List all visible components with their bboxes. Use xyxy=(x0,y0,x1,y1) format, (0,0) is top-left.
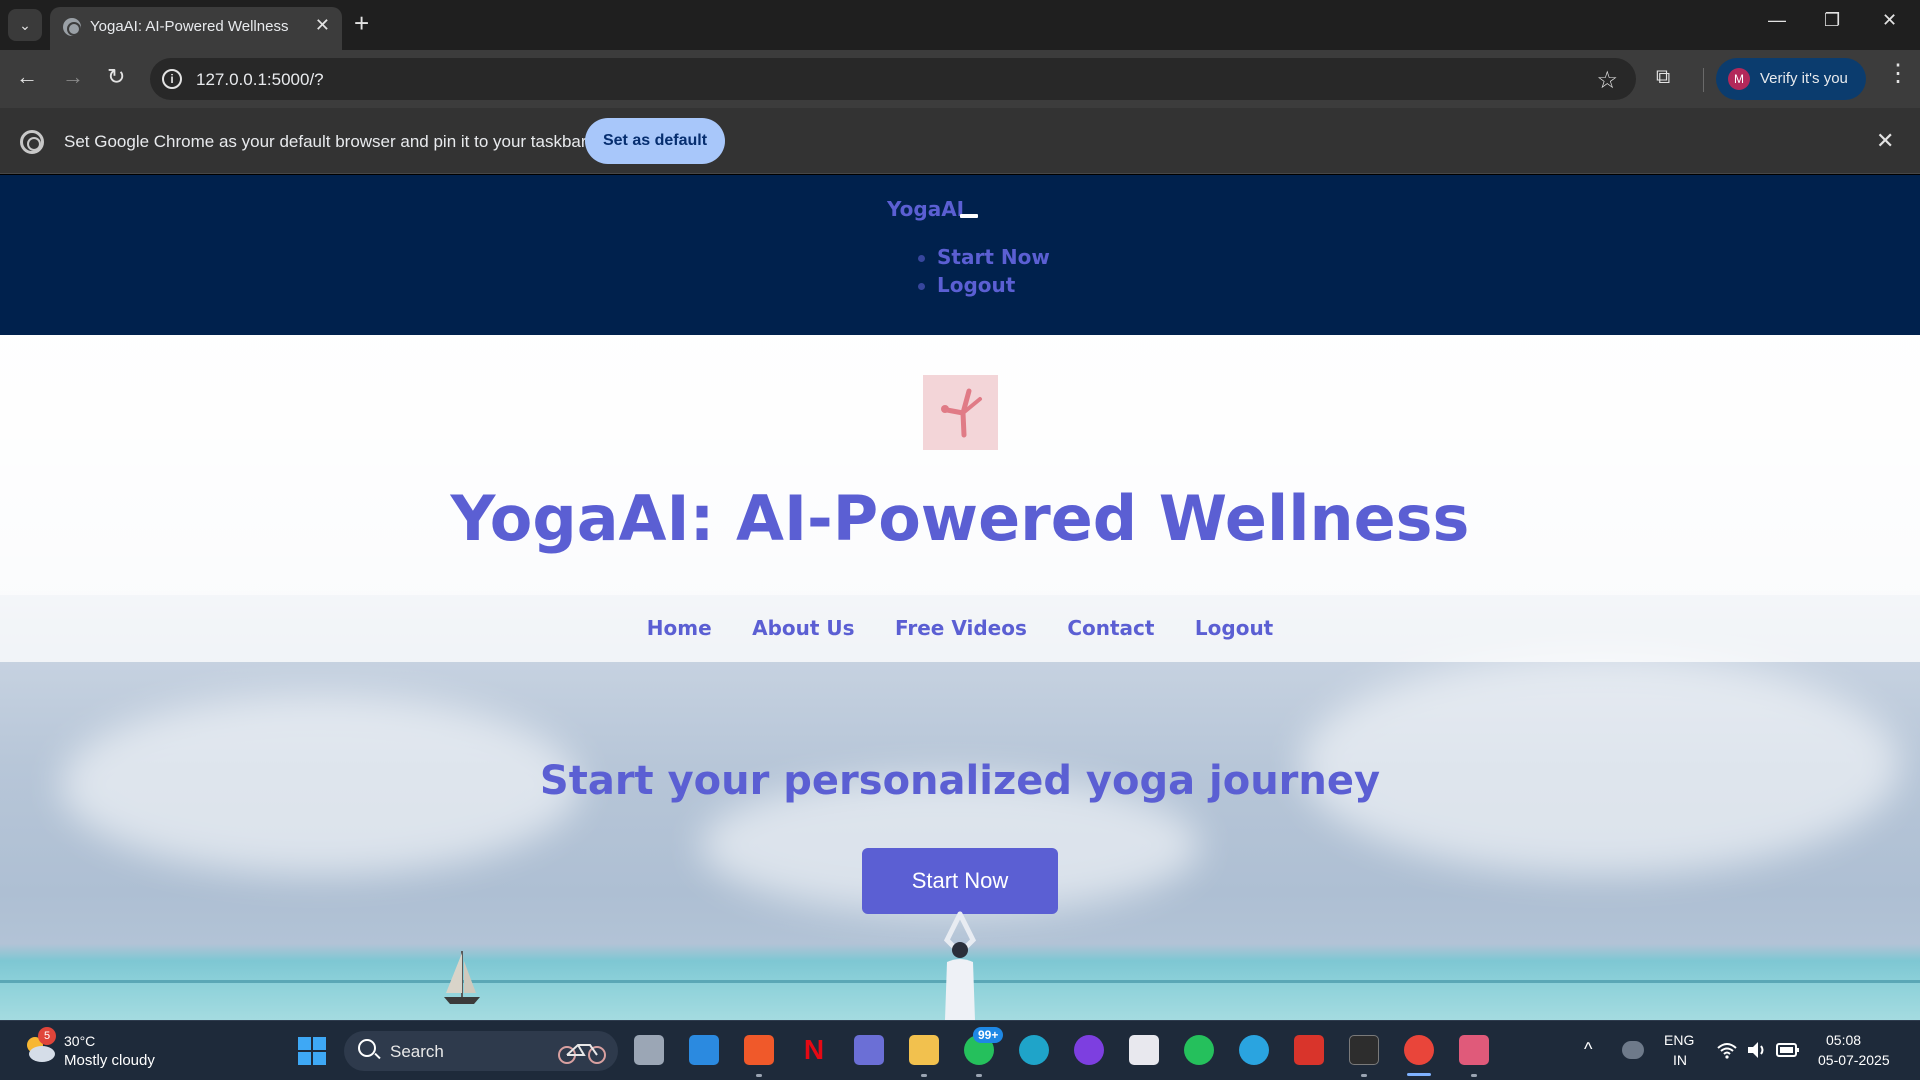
windows-start-icon[interactable] xyxy=(297,1036,327,1066)
infobar-close-icon[interactable]: ✕ xyxy=(1876,128,1894,154)
battery-icon[interactable] xyxy=(1776,1042,1800,1058)
tab-close-icon[interactable]: ✕ xyxy=(315,15,330,36)
vscode-icon[interactable] xyxy=(689,1035,719,1065)
tab-title: YogaAI: AI-Powered Wellness xyxy=(90,18,289,35)
browser-tab[interactable]: YogaAI: AI-Powered Wellness ✕ xyxy=(50,7,342,50)
profile-button[interactable]: M Verify it's you xyxy=(1716,58,1866,100)
url-text[interactable]: 127.0.0.1:5000/? xyxy=(196,70,324,90)
hero-banner xyxy=(0,335,1920,595)
taskbar-search[interactable]: Search xyxy=(344,1031,618,1071)
back-button[interactable]: ← xyxy=(16,64,38,90)
header-menu: Start Now Logout xyxy=(918,243,1050,299)
language-bottom[interactable]: IN xyxy=(1673,1052,1687,1068)
default-browser-infobar: Set Google Chrome as your default browse… xyxy=(0,108,1920,174)
clock-time[interactable]: 05:08 xyxy=(1826,1032,1861,1048)
forward-button[interactable]: → xyxy=(62,64,84,90)
page-viewport: YogaAI Start Now Logout YogaAI: AI-Power… xyxy=(0,175,1920,1020)
weather-description[interactable]: Mostly cloudy xyxy=(64,1052,155,1069)
taskbar: 5 30°C Mostly cloudy Search N 99+ ^ ENG … xyxy=(0,1020,1920,1080)
running-indicator xyxy=(756,1074,762,1077)
page-title: YogaAI: AI-Powered Wellness xyxy=(450,482,1470,555)
chrome-icon xyxy=(20,130,44,154)
reload-button[interactable]: ↻ xyxy=(107,64,125,90)
terminal-icon[interactable] xyxy=(1349,1035,1379,1065)
hero-tagline: Start your personalized yoga journey xyxy=(539,758,1381,804)
infobar-message: Set Google Chrome as your default browse… xyxy=(64,132,587,151)
nav-logout[interactable]: Logout xyxy=(1195,595,1273,662)
toolbar-divider xyxy=(1703,68,1704,92)
weather-alert-badge: 5 xyxy=(38,1027,56,1045)
globe-icon xyxy=(63,18,81,36)
nav-contact[interactable]: Contact xyxy=(1067,595,1154,662)
bookmark-star-icon[interactable]: ☆ xyxy=(1596,66,1618,95)
search-icon xyxy=(358,1039,376,1057)
wifi-icon[interactable] xyxy=(1716,1041,1738,1059)
edge-icon[interactable] xyxy=(1019,1035,1049,1065)
yoga-logo-icon xyxy=(923,375,998,450)
profile-label: Verify it's you xyxy=(1760,70,1848,87)
avatar: M xyxy=(1728,68,1750,90)
running-indicator xyxy=(921,1074,927,1077)
brand-link[interactable]: YogaAI xyxy=(887,197,964,221)
nav-home[interactable]: Home xyxy=(647,595,712,662)
browser-toolbar: ← → ↻ i 127.0.0.1:5000/? ☆ ⧉ M Verify it… xyxy=(0,50,1920,108)
main-nav: Home About Us Free Videos Contact Logout xyxy=(0,595,1920,662)
header-menu-logout[interactable]: Logout xyxy=(918,271,1050,299)
bicycle-icon xyxy=(558,1044,606,1064)
language-top[interactable]: ENG xyxy=(1664,1032,1694,1048)
volume-icon[interactable] xyxy=(1746,1040,1768,1060)
header-menu-start-now[interactable]: Start Now xyxy=(918,243,1050,271)
site-header: YogaAI Start Now Logout xyxy=(0,175,1920,335)
notepad-icon[interactable] xyxy=(1129,1035,1159,1065)
telegram-icon[interactable] xyxy=(1239,1035,1269,1065)
weather-temperature[interactable]: 30°C xyxy=(64,1033,95,1049)
set-default-button[interactable]: Set as default xyxy=(585,118,725,164)
chrome-taskbar-icon[interactable] xyxy=(1404,1035,1434,1065)
close-window-button[interactable]: ✕ xyxy=(1882,10,1897,31)
running-indicator xyxy=(976,1074,982,1077)
clock-date[interactable]: 05-07-2025 xyxy=(1818,1052,1890,1068)
task-view-icon[interactable] xyxy=(634,1035,664,1065)
running-indicator xyxy=(1361,1074,1367,1077)
new-tab-button[interactable]: + xyxy=(354,10,369,36)
whatsapp-icon[interactable] xyxy=(1184,1035,1214,1065)
notification-badge: 99+ xyxy=(973,1027,1004,1043)
snipping-tool-icon[interactable] xyxy=(1459,1035,1489,1065)
tab-search-button[interactable]: ⌄ xyxy=(8,9,42,41)
minimize-button[interactable]: — xyxy=(1768,10,1786,31)
start-now-button[interactable]: Start Now xyxy=(862,848,1058,914)
netflix-icon[interactable]: N xyxy=(799,1035,829,1065)
tab-strip: ⌄ YogaAI: AI-Powered Wellness ✕ + — ❐ ✕ xyxy=(0,0,1920,50)
file-explorer-icon[interactable] xyxy=(909,1035,939,1065)
canva-icon[interactable] xyxy=(1074,1035,1104,1065)
restore-button[interactable]: ❐ xyxy=(1824,10,1840,31)
site-info-icon[interactable]: i xyxy=(162,69,182,89)
sailboat-figure xyxy=(444,951,480,1004)
teams-icon[interactable] xyxy=(854,1035,884,1065)
yoga-person-figure xyxy=(943,911,977,1020)
nav-about-us[interactable]: About Us xyxy=(752,595,854,662)
search-placeholder: Search xyxy=(390,1042,444,1061)
running-indicator xyxy=(1471,1074,1477,1077)
extensions-icon[interactable]: ⧉ xyxy=(1656,66,1670,89)
nav-free-videos[interactable]: Free Videos xyxy=(895,595,1027,662)
onedrive-icon[interactable] xyxy=(1622,1041,1644,1059)
chrome-menu-icon[interactable]: ⋮ xyxy=(1886,62,1910,86)
office-icon[interactable] xyxy=(1294,1035,1324,1065)
brave-browser-icon[interactable] xyxy=(744,1035,774,1065)
active-app-indicator xyxy=(1407,1073,1431,1076)
navbar-toggler-icon[interactable] xyxy=(960,214,978,218)
address-bar[interactable]: i 127.0.0.1:5000/? ☆ xyxy=(150,58,1636,100)
tray-overflow-chevron-icon[interactable]: ^ xyxy=(1584,1039,1592,1060)
